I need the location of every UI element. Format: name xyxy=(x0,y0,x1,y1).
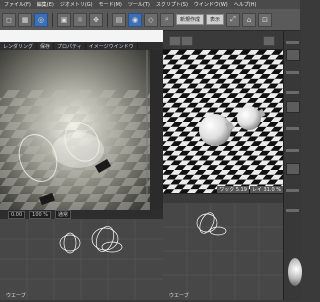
status-value-2: レイ 31.0 % xyxy=(249,186,283,193)
perspective-header xyxy=(163,31,283,50)
menu-bar: ファイル(F) 編集(E) ジオメトリ(G) モード(M) ツール(T) スクリ… xyxy=(0,0,300,9)
menu-mode[interactable]: モード(M) xyxy=(99,1,122,8)
grid-icon[interactable]: ▦ xyxy=(18,12,32,27)
status-value-1: ワック 5.19 xyxy=(217,186,249,193)
front-viewport-label: ウエーブ xyxy=(6,293,26,299)
menu-window[interactable]: ウインドウ(W) xyxy=(194,1,228,8)
home-icon[interactable]: ⌂ xyxy=(242,12,257,27)
sidebar-button[interactable] xyxy=(286,163,300,175)
side-viewport[interactable]: ウエーブ xyxy=(163,203,283,300)
new-scene-icon[interactable]: ◻ xyxy=(2,12,16,27)
perspective-scene xyxy=(163,50,283,193)
tab-save[interactable]: 保存 xyxy=(37,42,55,50)
render-status-bar: 0.00 100 % 通常 xyxy=(0,210,163,219)
menu-script[interactable]: スクリプト(S) xyxy=(156,1,188,8)
menu-tools[interactable]: ツール(T) xyxy=(128,1,150,8)
tab-rendering[interactable]: レンダリング xyxy=(0,42,38,50)
render-mode-field[interactable]: 通常 xyxy=(55,210,72,219)
sidebar-divider xyxy=(286,41,299,44)
toolbar-separator xyxy=(107,12,108,27)
render-image xyxy=(0,50,163,219)
zoom-icon[interactable]: ⌕ xyxy=(160,12,174,27)
menu-file[interactable]: ファイル(F) xyxy=(4,1,31,8)
camera-settings-icon[interactable]: ⊡ xyxy=(258,12,273,27)
perspective-status: ワック 5.19 レイ 31.0 % xyxy=(163,186,283,193)
light-icon[interactable]: ☼ xyxy=(73,12,87,27)
display-mode-icon[interactable]: ◉ xyxy=(128,12,142,27)
render-window-titlebar xyxy=(0,30,163,42)
rendered-bulbs-image xyxy=(0,50,163,219)
material-preview xyxy=(288,258,302,286)
side-viewport-label: ウエーブ xyxy=(169,293,189,299)
sidebar-divider xyxy=(286,91,299,94)
tab-new[interactable]: 新規作成 xyxy=(176,14,205,25)
sidebar-button[interactable] xyxy=(286,49,300,61)
maximize-icon[interactable] xyxy=(263,36,275,46)
side-viewport-grid xyxy=(163,203,283,300)
tab-display[interactable]: 表示 xyxy=(206,14,225,25)
perspective-viewport[interactable] xyxy=(163,50,283,193)
sidebar-divider xyxy=(286,149,299,152)
move-icon[interactable]: ✥ xyxy=(89,12,103,27)
render-icon[interactable]: ▣ xyxy=(57,12,71,27)
sidebar-divider xyxy=(286,127,299,130)
render-time-field[interactable]: 0.00 xyxy=(8,210,26,219)
front-viewport-grid xyxy=(0,219,163,300)
tab-image-window[interactable]: イメージウインドウ xyxy=(86,42,138,50)
sidebar-button[interactable] xyxy=(286,101,300,113)
bulb-wireframe-side[interactable] xyxy=(196,210,227,236)
sidebar-divider xyxy=(286,209,299,212)
menu-help[interactable]: ヘルプ(H) xyxy=(234,1,257,8)
sidebar-divider xyxy=(286,189,299,192)
display-icon[interactable] xyxy=(181,36,193,46)
wireframe-icon[interactable]: ◇ xyxy=(144,12,158,27)
front-viewport[interactable]: ウエーブ xyxy=(0,219,163,300)
menu-edit[interactable]: 編集(E) xyxy=(37,1,54,8)
menu-geometry[interactable]: ジオメトリ(G) xyxy=(60,1,93,8)
sidebar-divider xyxy=(286,71,299,74)
render-window-tabs: レンダリング 保存 プロパティ イメージウインドウ xyxy=(0,42,163,50)
expand-icon[interactable]: ⤢ xyxy=(226,12,241,27)
camera-icon[interactable]: ◎ xyxy=(34,12,48,27)
view-menu-icon[interactable] xyxy=(169,36,181,46)
main-toolbar: ◻ ▦ ◎ ▣ ☼ ✥ ▤ ◉ ◇ ⌕ 新規作成 表示 ⤢ ⌂ ⊡ xyxy=(0,9,300,31)
zoom-field[interactable]: 100 % xyxy=(29,210,52,219)
image-window-icon[interactable]: ▤ xyxy=(112,12,126,27)
toolbar-separator xyxy=(52,12,53,27)
tab-properties[interactable]: プロパティ xyxy=(54,42,86,50)
